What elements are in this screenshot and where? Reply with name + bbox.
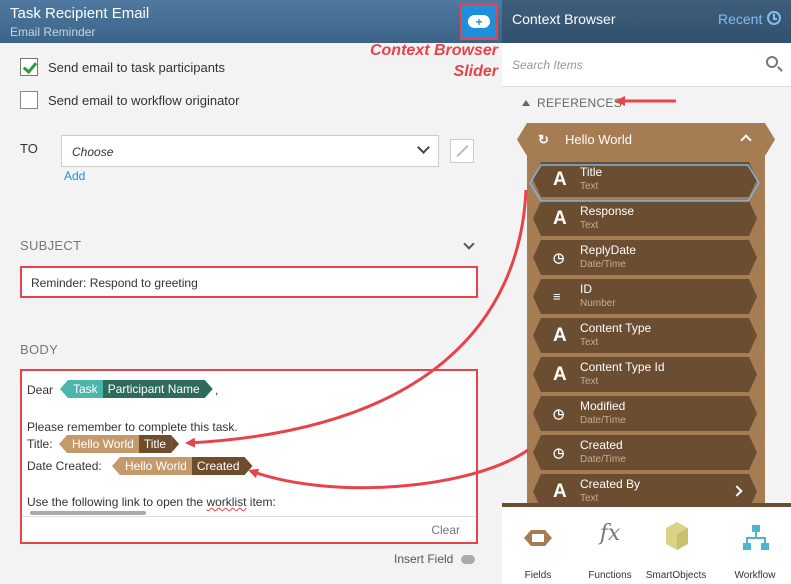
- body-title-label: Title:: [27, 437, 53, 451]
- context-browser-header: Context Browser Recent: [502, 0, 791, 43]
- body-label: BODY: [20, 342, 59, 357]
- body-reminder-text: Please remember to complete this task.: [27, 420, 238, 434]
- body-comma: ,: [215, 383, 219, 397]
- body-link-text: Use the following link to open the workl…: [27, 495, 276, 509]
- to-dropdown[interactable]: Choose: [61, 135, 439, 167]
- functions-icon: fx: [599, 521, 621, 546]
- date-time-icon: ◷: [553, 406, 565, 421]
- recent-link[interactable]: Recent: [718, 11, 762, 27]
- workflow-reference-icon: ↻: [538, 132, 549, 147]
- context-browser-panel: REFERENCES ↻ Hello World A Title Text A …: [502, 43, 791, 503]
- search-items-input[interactable]: [502, 43, 791, 87]
- hello-world-group-header[interactable]: ↻ Hello World: [517, 123, 775, 156]
- text-field-icon: A: [553, 169, 567, 190]
- send-participants-checkbox[interactable]: [20, 58, 38, 76]
- context-browser-toggle-button[interactable]: +: [460, 3, 498, 40]
- field-item-content-type-id[interactable]: A Content Type Id Text: [533, 357, 757, 392]
- smartobjects-icon: [666, 522, 688, 550]
- edit-recipient-button[interactable]: [450, 139, 474, 163]
- body-date-label: Date Created:: [27, 459, 102, 473]
- field-item-created[interactable]: ◷ Created Date/Time: [533, 435, 757, 470]
- send-originator-label: Send email to workflow originator: [48, 93, 240, 108]
- date-time-icon: ◷: [553, 445, 565, 460]
- field-item-modified[interactable]: ◷ Modified Date/Time: [533, 396, 757, 431]
- subject-value: Reminder: Respond to greeting: [31, 276, 198, 290]
- field-item-replydate[interactable]: ◷ ReplyDate Date/Time: [533, 240, 757, 275]
- context-browser-tabs: Fields fx Functions SmartObjects Workflo…: [502, 503, 791, 584]
- number-field-icon: ≡: [553, 289, 561, 304]
- text-field-icon: A: [553, 481, 567, 502]
- hello-world-group-title: Hello World: [565, 132, 632, 147]
- send-originator-checkbox[interactable]: [20, 91, 38, 109]
- search-icon[interactable]: [766, 56, 778, 68]
- page-subtitle: Email Reminder: [10, 25, 96, 39]
- date-time-icon: ◷: [553, 250, 565, 265]
- subject-input[interactable]: Reminder: Respond to greeting: [20, 266, 478, 298]
- annotation-context-browser: Context Browser: [369, 42, 498, 59]
- chevron-down-icon[interactable]: [463, 238, 475, 250]
- to-label: TO: [20, 141, 38, 156]
- text-field-icon: A: [553, 325, 567, 346]
- hello-world-field-list: A Title Text A Response Text ◷ ReplyDate…: [527, 156, 765, 503]
- page-title: Task Recipient Email: [10, 5, 150, 22]
- title-field-tag[interactable]: Hello World Title: [59, 435, 180, 453]
- text-field-icon: A: [553, 208, 567, 229]
- participant-name-field-tag[interactable]: Task Participant Name: [60, 380, 213, 398]
- body-divider: [22, 516, 476, 517]
- body-dear-text: Dear: [27, 383, 54, 397]
- field-item-content-type[interactable]: A Content Type Text: [533, 318, 757, 353]
- field-item-id[interactable]: ≡ ID Number: [533, 279, 757, 314]
- chevron-right-icon[interactable]: [731, 485, 742, 496]
- subject-label: SUBJECT: [20, 238, 82, 253]
- send-participants-label: Send email to task participants: [48, 60, 226, 75]
- context-browser-title: Context Browser: [512, 11, 616, 27]
- text-field-icon: A: [553, 364, 567, 385]
- task-recipient-header: Task Recipient Email Email Reminder +: [0, 0, 502, 43]
- add-recipient-link[interactable]: Add: [64, 169, 85, 183]
- annotation-slider: Slider: [453, 63, 498, 80]
- to-dropdown-value: Choose: [72, 145, 114, 159]
- field-item-response[interactable]: A Response Text: [533, 201, 757, 236]
- workflow-icon: [743, 525, 769, 551]
- collapse-triangle-icon[interactable]: [522, 100, 530, 106]
- insert-field-button[interactable]: Insert Field: [394, 552, 453, 566]
- references-label: REFERENCES: [537, 96, 623, 110]
- chevron-up-icon[interactable]: [740, 134, 751, 145]
- email-settings-panel: Send email to task participants Send ema…: [0, 43, 502, 584]
- clock-icon[interactable]: [767, 11, 781, 25]
- fields-icon: [524, 530, 552, 546]
- chevron-down-icon: [417, 141, 430, 154]
- slider-icon: +: [468, 15, 490, 28]
- insert-field-icon[interactable]: [461, 555, 475, 564]
- body-editor[interactable]: Dear Task Participant Name , Please reme…: [20, 369, 478, 544]
- clear-body-button[interactable]: Clear: [431, 523, 460, 537]
- worklist-link-placeholder: [30, 511, 146, 515]
- created-field-tag[interactable]: Hello World Created: [112, 457, 253, 475]
- field-item-title[interactable]: A Title Text: [533, 162, 757, 197]
